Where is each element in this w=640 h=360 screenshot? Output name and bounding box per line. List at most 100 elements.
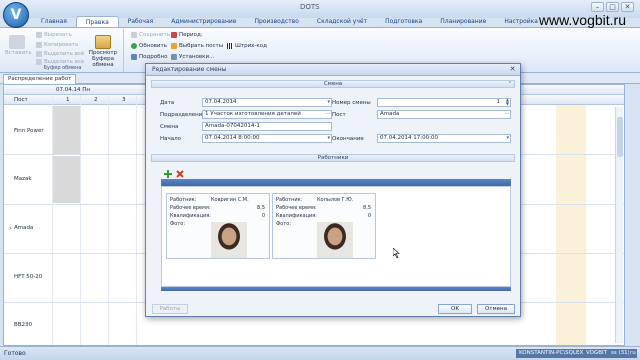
clipboard-preview-button[interactable]: Просмотр Буфера обмена [82, 35, 124, 68]
workers-section-label: Работники [317, 155, 349, 161]
row-label[interactable]: Finn Power [14, 128, 44, 134]
app-menu-button[interactable]: V [3, 2, 29, 28]
row-label[interactable]: HFT 50-20 [14, 274, 42, 280]
end-field[interactable]: 07.04.2014 17:00:00 ▾ [377, 134, 511, 143]
clipboard-group: Вставить Вырезать Копировать Выделить вс… [2, 29, 124, 72]
select-all-button[interactable]: Выделить всё [36, 51, 84, 57]
refresh-icon [131, 43, 137, 49]
edit-shift-dialog: Редактирование смены ✕ Смена ⌃ Дата 07.0… [145, 63, 521, 317]
mouse-pointer-icon [393, 248, 400, 258]
status-database: VOGBIT [583, 349, 611, 358]
calendar-icon [171, 32, 177, 38]
vertical-scrollbar[interactable] [615, 107, 623, 343]
settings-label: Установки... [179, 54, 215, 60]
shift-section-label: Смена [323, 81, 343, 87]
collapse-icon[interactable]: ⌃ [508, 81, 512, 87]
date-field[interactable]: 07.04.2014 ▾ [202, 98, 332, 107]
select-posts-button[interactable]: Выбрать посты [171, 43, 223, 49]
start-field[interactable]: 07.04.2014 8:00:00 ▾ [202, 134, 332, 143]
occupied-cell[interactable] [53, 156, 80, 203]
post-label: Пост [332, 112, 346, 118]
tab-work-distribution[interactable]: Распределение работ [3, 74, 77, 84]
shift-section-header[interactable]: Смена ⌃ [151, 80, 515, 88]
shift-number-value: 1 [496, 99, 501, 105]
chevron-down-icon[interactable]: ▾ [506, 135, 509, 142]
occupied-cell[interactable] [53, 106, 80, 154]
paste-icon [9, 35, 25, 49]
select-all-icon [36, 51, 42, 57]
save-icon [131, 32, 137, 38]
post-header: Пост [14, 97, 28, 103]
barcode-button[interactable]: Штрих-код [227, 43, 267, 49]
column-header: 3 [122, 97, 126, 103]
chevron-down-icon[interactable]: ▾ [327, 135, 330, 142]
shift-field[interactable]: Amada-07042014-1 [202, 122, 332, 131]
spin-arrows-icon[interactable]: ▲ ▼ [506, 98, 509, 106]
dialog-close-icon[interactable]: ✕ [508, 66, 517, 74]
barcode-label: Штрих-код [235, 43, 267, 49]
ellipsis-icon[interactable]: ··· [504, 111, 509, 118]
ellipsis-icon[interactable]: ··· [325, 111, 330, 118]
worker-name: Копылов Г.Ю. [317, 197, 354, 203]
period-button[interactable]: Период: [171, 32, 203, 38]
shift-value: Amada-07042014-1 [205, 123, 260, 129]
ok-button[interactable]: OK [438, 304, 472, 314]
workers-toolbar [161, 169, 507, 179]
add-worker-icon[interactable] [164, 170, 172, 178]
settings-icon [171, 54, 177, 60]
grid-line [136, 95, 137, 345]
save-button[interactable]: Сохранить [131, 32, 170, 38]
highlight-column [556, 95, 586, 345]
paste-label: Вставить [5, 50, 32, 56]
qualification-label: Квалификация: [170, 213, 211, 219]
column-header: 1 [66, 97, 70, 103]
save-label: Сохранить [139, 32, 170, 38]
dialog-title-bar: Редактирование смены ✕ [146, 64, 520, 76]
details-button[interactable]: Подробно [131, 54, 168, 60]
end-label: Окончание [332, 136, 364, 142]
row-label[interactable]: BB230 [14, 322, 32, 328]
maximize-button[interactable]: □ [606, 2, 619, 12]
end-value: 07.04.2014 17:00:00 [380, 135, 438, 141]
remove-worker-icon[interactable] [176, 170, 184, 178]
shift-number-stepper[interactable]: 1 ▲ ▼ [377, 98, 511, 107]
refresh-button[interactable]: Обновить [131, 43, 167, 49]
workers-panel-header [161, 179, 511, 186]
works-button[interactable]: Работы [152, 304, 188, 314]
select-posts-label: Выбрать посты [179, 43, 224, 49]
clipboard-icon [95, 35, 111, 49]
photo-label: Фото: [276, 221, 292, 227]
workers-panel-footer [161, 287, 511, 291]
worker-card[interactable]: Работник: Копылов Г.Ю. Рабочее время: 8,… [272, 193, 376, 259]
settings-button[interactable]: Установки... [171, 54, 214, 60]
status-language: ru [629, 349, 637, 358]
copy-button[interactable]: Копировать [36, 42, 78, 48]
minimize-button[interactable]: – [591, 2, 604, 12]
workers-section-header[interactable]: Работники [151, 154, 515, 162]
date-label: Дата [160, 100, 175, 106]
row-label[interactable]: Mazak [14, 176, 32, 182]
worker-card[interactable]: Работник: Ковригин С.М. Рабочее время: 8… [166, 193, 270, 259]
paste-button[interactable]: Вставить [5, 35, 32, 56]
worker-photo [211, 222, 247, 258]
window-controls: – □ ✕ [591, 2, 634, 12]
grid-line [80, 95, 81, 345]
chevron-down-icon[interactable]: ▾ [327, 99, 330, 106]
grid-line [108, 95, 109, 345]
qualification-value: 0 [367, 213, 371, 219]
work-time-value: 8,5 [257, 205, 265, 211]
work-time-label: Рабочее время: [276, 205, 317, 211]
row-label[interactable]: Amada [14, 225, 33, 231]
post-field[interactable]: Amada ··· [377, 110, 511, 119]
workers-list: Работник: Ковригин С.М. Рабочее время: 8… [161, 186, 511, 287]
cut-button[interactable]: Вырезать [36, 32, 72, 38]
division-field[interactable]: 1 Участок изготовления деталей ··· [202, 110, 332, 119]
cancel-button[interactable]: Отмена [477, 304, 515, 314]
period-label: Период: [179, 32, 203, 38]
start-label: Начало [160, 136, 182, 142]
scrollbar-thumb[interactable] [617, 117, 623, 157]
post-value: Amada [380, 111, 400, 117]
close-button[interactable]: ✕ [621, 2, 634, 12]
copy-icon [36, 42, 42, 48]
work-time-value: 8,5 [363, 205, 371, 211]
